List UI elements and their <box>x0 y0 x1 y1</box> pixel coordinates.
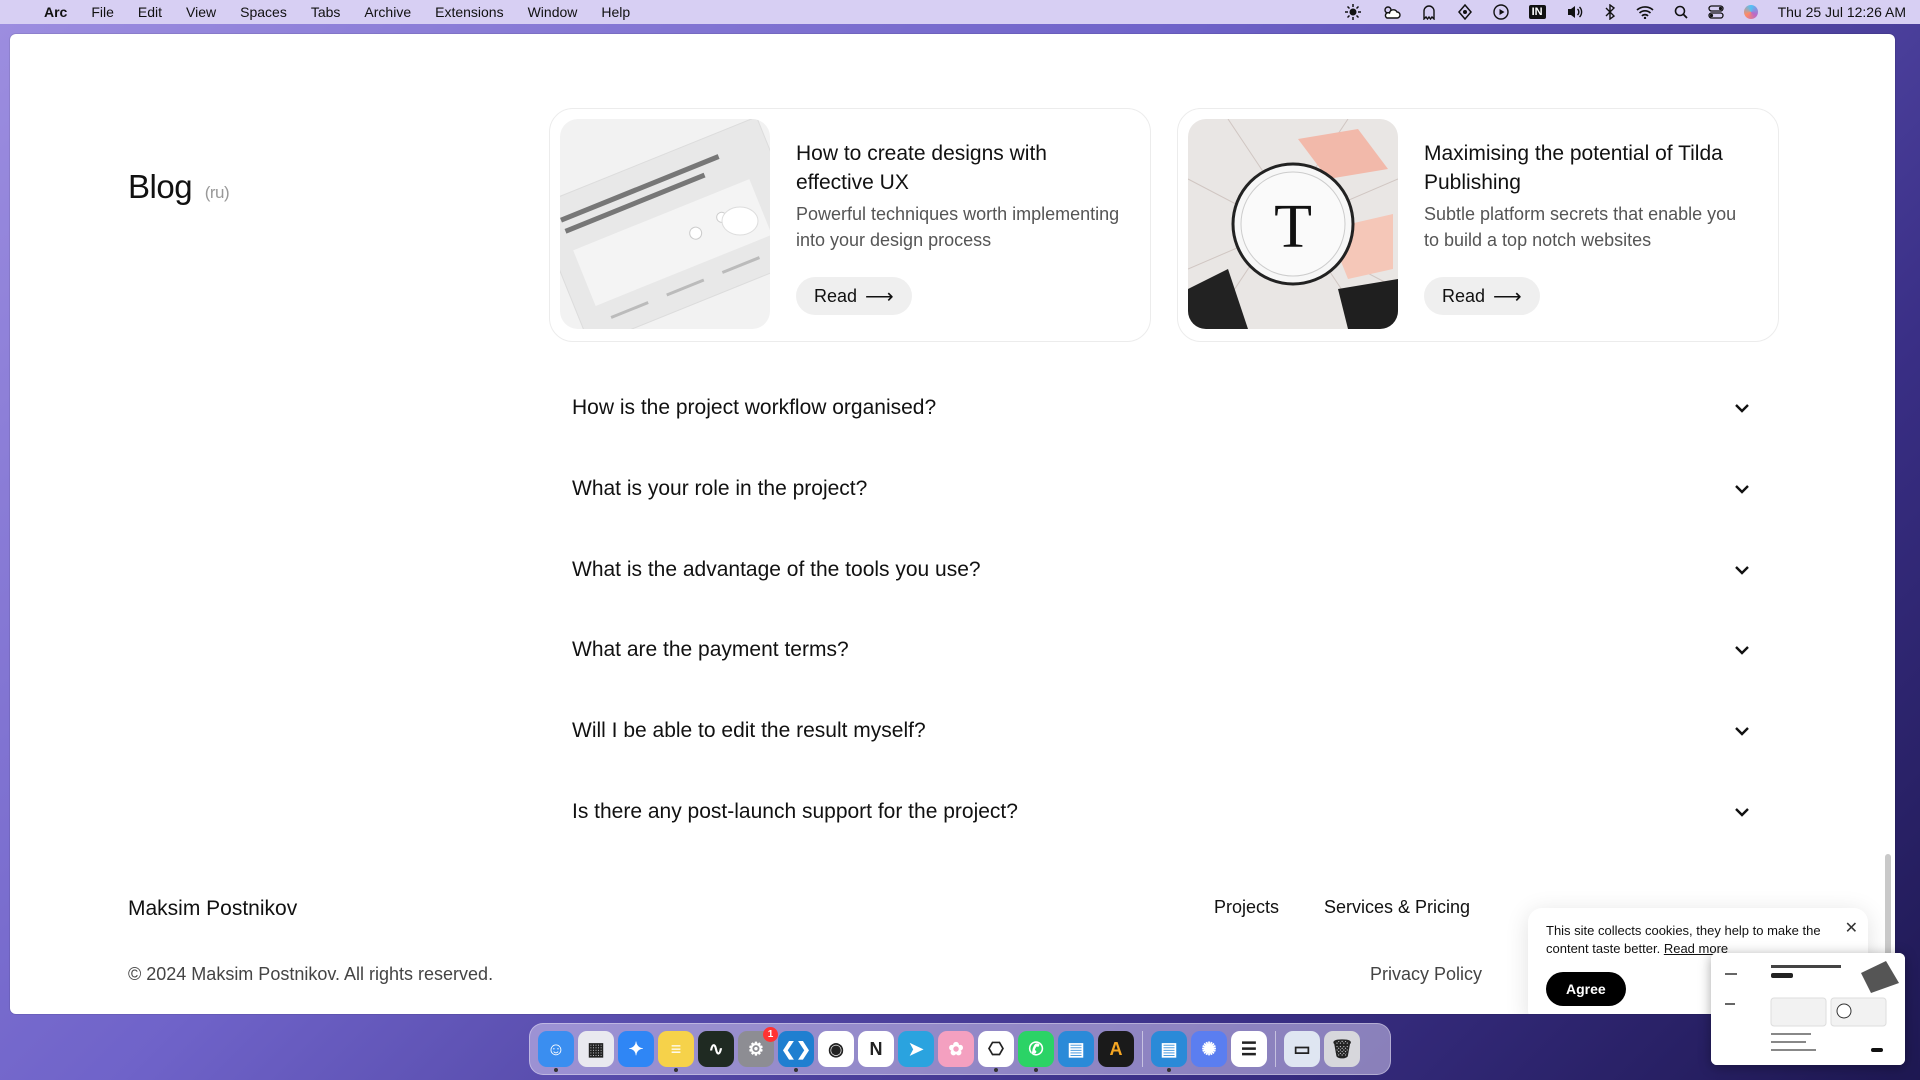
arrow-right-icon: ⟶ <box>1493 285 1522 308</box>
faq-item-tools[interactable]: What is the advantage of the tools you u… <box>572 540 1754 600</box>
blog-card-tilda[interactable]: T Maximising the potential of Tilda Publ… <box>1177 108 1779 342</box>
menu-spaces[interactable]: Spaces <box>240 4 287 20</box>
blog-card-tilda-description: Subtle platform secrets that enable you … <box>1424 204 1737 250</box>
blog-card-tilda-read-button[interactable]: Read ⟶ <box>1424 277 1540 315</box>
blog-heading: Blog (ru) <box>128 168 230 206</box>
footer-link-privacy[interactable]: Privacy Policy <box>1370 964 1482 985</box>
menu-help[interactable]: Help <box>601 4 630 20</box>
chevron-down-icon <box>1735 727 1749 736</box>
chatgpt-icon[interactable]: ⎔ <box>978 1031 1014 1072</box>
faq-question: How is the project workflow organised? <box>572 396 937 419</box>
menu-app-name[interactable]: Arc <box>44 4 67 20</box>
docker-icon[interactable]: ▤ <box>1058 1031 1094 1067</box>
faq-item-support[interactable]: Is there any post-launch support for the… <box>572 782 1754 842</box>
telegram-icon[interactable]: ➤ <box>898 1031 934 1067</box>
notification-badge: 1 <box>763 1027 778 1042</box>
dock-separator <box>1275 1031 1276 1067</box>
blog-card-ux-thumbnail <box>560 119 770 329</box>
dock-separator <box>1142 1031 1143 1067</box>
dock: ☺ ▦ ✦ ≡ ∿ ⚙ 1 ❮❯ ◉ N ➤ ✿ ⎔ ✆ ▤ A ▤ ✺ ☰ ▭ 🗑 <box>529 1023 1391 1075</box>
sun-status-icon[interactable] <box>1344 4 1361 20</box>
trash-icon[interactable]: 🗑 <box>1324 1031 1360 1067</box>
control-center-icon[interactable] <box>1707 5 1724 19</box>
activity-monitor-icon[interactable]: ∿ <box>698 1031 734 1067</box>
chrome-icon[interactable]: ◉ <box>818 1031 854 1067</box>
footer-link-projects[interactable]: Projects <box>1214 897 1279 918</box>
close-icon[interactable]: ✕ <box>1845 918 1858 938</box>
wifi-icon[interactable] <box>1636 5 1654 19</box>
chevron-down-icon <box>1735 808 1749 817</box>
chevron-down-icon <box>1735 485 1749 494</box>
volume-icon[interactable] <box>1566 4 1584 20</box>
siri-icon[interactable] <box>1743 5 1758 19</box>
whatsapp-icon[interactable]: ✆ <box>1018 1031 1054 1072</box>
menu-window[interactable]: Window <box>528 4 578 20</box>
blog-card-ux-read-button[interactable]: Read ⟶ <box>796 277 912 315</box>
faq-item-workflow[interactable]: How is the project workflow organised? <box>572 378 1754 438</box>
ghost-status-icon[interactable] <box>1421 4 1437 20</box>
play-status-icon[interactable] <box>1492 4 1509 20</box>
faq-question: What is the advantage of the tools you u… <box>572 558 981 581</box>
notion-icon[interactable]: N <box>858 1031 894 1067</box>
faq-question: What are the payment terms? <box>572 638 849 661</box>
faq-question: What is your role in the project? <box>572 477 868 500</box>
chevron-down-icon <box>1735 404 1749 413</box>
menu-view[interactable]: View <box>186 4 216 20</box>
faq-question: Is there any post-launch support for the… <box>572 800 1018 823</box>
notes-icon[interactable]: ≡ <box>658 1031 694 1072</box>
vscode-icon[interactable]: ❮❯ <box>778 1031 814 1072</box>
menu-edit[interactable]: Edit <box>138 4 162 20</box>
blog-card-ux-description: Powerful techniques worth implementing i… <box>796 204 1120 250</box>
blog-title: Blog <box>128 168 193 205</box>
weather-status-icon[interactable] <box>1381 4 1401 20</box>
read-button-label: Read <box>814 285 858 306</box>
read-button-label: Read <box>1442 285 1486 306</box>
tilda-logo: T <box>1274 193 1312 261</box>
safari-icon[interactable]: ✦ <box>618 1031 654 1067</box>
spotlight-search-icon[interactable] <box>1674 5 1688 19</box>
launchpad-icon[interactable]: ▦ <box>578 1031 614 1067</box>
menu-archive[interactable]: Archive <box>364 4 411 20</box>
faq-item-role[interactable]: What is your role in the project? <box>572 459 1754 519</box>
sync-status-icon[interactable] <box>1457 4 1473 20</box>
system-settings-icon[interactable]: ⚙ 1 <box>738 1027 778 1067</box>
menu-tabs[interactable]: Tabs <box>311 4 341 20</box>
menu-extensions[interactable]: Extensions <box>435 4 503 20</box>
blog-card-ux-title[interactable]: How to create designs with effective UX <box>796 139 1096 197</box>
footer-link-services-pricing[interactable]: Services & Pricing <box>1324 897 1470 918</box>
docker-alt-icon[interactable]: ▤ <box>1151 1031 1187 1072</box>
faq-item-payment[interactable]: What are the payment terms? <box>572 620 1754 680</box>
faq-item-edit[interactable]: Will I be able to edit the result myself… <box>572 701 1754 761</box>
blog-card-tilda-title[interactable]: Maximising the potential of Tilda Publis… <box>1424 139 1724 197</box>
menu-bar: Arc File Edit View Spaces Tabs Archive E… <box>0 0 1920 24</box>
menu-file[interactable]: File <box>91 4 114 20</box>
blog-card-tilda-thumbnail: T <box>1188 119 1398 329</box>
blog-card-ux[interactable]: How to create designs with effective UX … <box>549 108 1151 342</box>
chevron-down-icon <box>1735 646 1749 655</box>
footer-name[interactable]: Maksim Postnikov <box>128 897 297 921</box>
arrow-right-icon: ⟶ <box>865 285 894 308</box>
footer-copyright: © 2024 Maksim Postnikov. All rights rese… <box>128 964 494 984</box>
bluetooth-icon[interactable] <box>1604 4 1616 20</box>
menu-clock[interactable]: Thu 25 Jul 12:26 AM <box>1778 4 1906 20</box>
browser-window: Blog (ru) How to create designs with eff… <box>10 34 1895 1014</box>
reminders-icon[interactable]: ☰ <box>1231 1031 1267 1067</box>
snowflake-icon[interactable]: ✺ <box>1191 1031 1227 1067</box>
window-preview-thumbnail[interactable] <box>1711 953 1905 1065</box>
finder-icon[interactable]: ☺ <box>538 1031 574 1072</box>
input-source-indicator[interactable]: IN <box>1528 5 1546 19</box>
pinwheel-icon[interactable]: ✿ <box>938 1031 974 1067</box>
cookie-agree-button[interactable]: Agree <box>1546 972 1626 1006</box>
affinity-icon[interactable]: A <box>1098 1031 1134 1067</box>
downloads-folder-icon[interactable]: ▭ <box>1284 1031 1320 1067</box>
faq-question: Will I be able to edit the result myself… <box>572 719 926 742</box>
blog-language-tag[interactable]: (ru) <box>205 183 230 202</box>
chevron-down-icon <box>1735 566 1749 575</box>
